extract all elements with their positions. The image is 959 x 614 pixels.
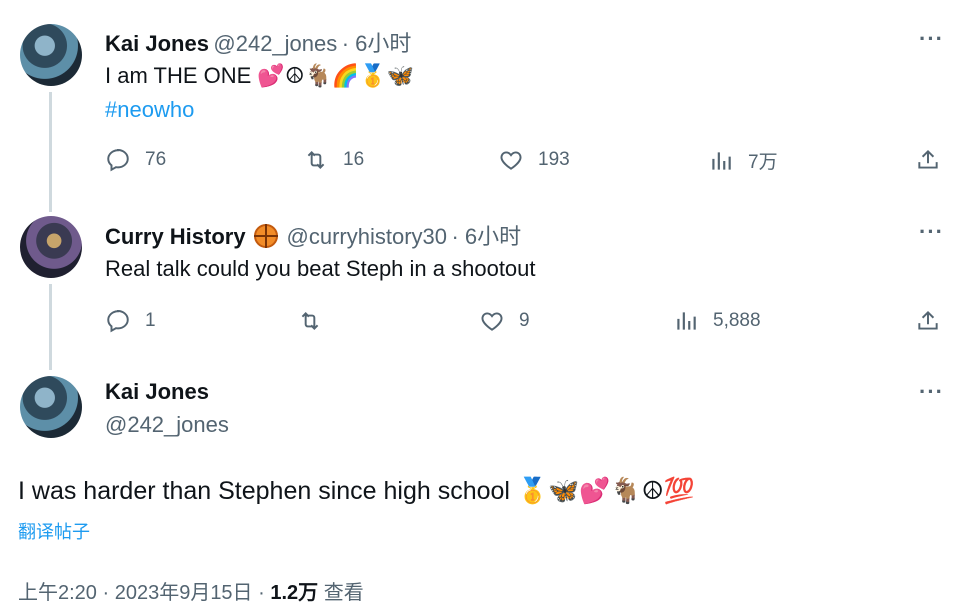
reply-icon	[107, 310, 129, 333]
retweet-button[interactable]	[297, 308, 337, 334]
hashtag-link[interactable]: #neowho	[105, 97, 194, 123]
like-icon	[500, 151, 522, 170]
views-button[interactable]: 7万	[708, 147, 778, 174]
more-icon[interactable]: ···	[919, 379, 944, 405]
like-count: 9	[519, 310, 530, 331]
tweet-body: Real talk could you beat Steph in a shoo…	[105, 256, 536, 281]
views-icon	[677, 312, 696, 330]
views-button[interactable]: 5,888	[673, 308, 761, 334]
tweet-meta: 上午2:20 · 2023年9月15日 · 1.2万 查看	[18, 576, 364, 605]
like-button[interactable]: 193	[498, 147, 570, 173]
reply-button[interactable]: 1	[105, 308, 156, 334]
views-count: 5,888	[713, 310, 761, 331]
retweet-button[interactable]: 16	[303, 147, 364, 173]
author-name[interactable]: Kai Jones	[105, 379, 209, 405]
author-name[interactable]: Curry History	[105, 224, 246, 249]
timestamp[interactable]: 上午2:20 · 2023年9月15日 ·	[18, 582, 270, 604]
views-count: 1.2万	[270, 582, 319, 604]
thread-line	[49, 92, 52, 212]
thread-line	[49, 284, 52, 370]
translate-link[interactable]: 翻译帖子	[18, 518, 90, 544]
views-count: 7万	[748, 152, 778, 173]
tweet-time[interactable]: · 6小时	[342, 31, 412, 56]
retweet-count: 16	[343, 149, 365, 170]
retweet-icon	[301, 312, 319, 330]
like-count: 193	[538, 149, 570, 170]
reply-icon	[107, 149, 129, 172]
author-handle[interactable]: @242_jones	[105, 412, 229, 438]
tweet-text: I am THE ONE 💕☮🐐🌈🥇🦋	[105, 63, 414, 89]
tweet-header: Kai Jones @242_jones · 6小时	[105, 26, 411, 58]
author-name[interactable]: Kai Jones	[105, 31, 209, 56]
avatar[interactable]	[20, 216, 82, 278]
views-label: 查看	[318, 582, 364, 604]
share-button[interactable]	[915, 147, 941, 173]
more-icon[interactable]: ···	[919, 26, 944, 52]
tweet-emojis: 🥇🦋💕🐐☮💯	[516, 476, 695, 505]
like-icon	[481, 312, 503, 331]
author-handle[interactable]: @242_jones	[213, 31, 337, 56]
share-icon	[918, 310, 938, 330]
tweet-body: I am THE ONE	[105, 63, 252, 88]
avatar[interactable]	[20, 24, 82, 86]
tweet-emojis: 💕☮🐐🌈🥇🦋	[257, 64, 415, 89]
author-handle[interactable]: @curryhistory30	[287, 224, 448, 249]
main-tweet-text: I was harder than Stephen since high sch…	[18, 476, 695, 506]
avatar[interactable]	[20, 376, 82, 438]
basketball-icon	[254, 224, 279, 248]
reply-count: 76	[145, 149, 167, 170]
like-button[interactable]: 9	[479, 308, 530, 334]
tweet-body: I was harder than Stephen since high sch…	[18, 477, 510, 505]
share-button[interactable]	[915, 308, 941, 334]
retweet-icon	[307, 151, 325, 169]
share-icon	[918, 149, 938, 169]
more-icon[interactable]: ···	[919, 219, 944, 245]
tweet-time[interactable]: · 6小时	[451, 224, 521, 249]
reply-button[interactable]: 76	[105, 147, 166, 173]
tweet-header: Curry History @curryhistory30 · 6小时	[105, 219, 521, 251]
reply-count: 1	[145, 310, 156, 331]
views-icon	[712, 151, 731, 170]
